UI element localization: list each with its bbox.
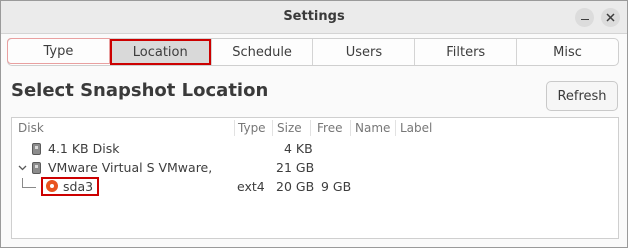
minimize-icon (580, 18, 589, 21)
tab-bar: Type Location Schedule Users Filters Mis… (7, 38, 619, 66)
partition-type: ext4 (237, 179, 265, 194)
column-divider (395, 120, 396, 136)
minimize-button[interactable] (575, 8, 594, 27)
tab-type[interactable]: Type (7, 38, 110, 64)
tab-users[interactable]: Users (313, 39, 416, 65)
column-divider (310, 120, 311, 136)
disk-name: VMware Virtual S VMware, (48, 160, 213, 175)
page-title: Select Snapshot Location (11, 80, 269, 101)
column-header-free[interactable]: Free (317, 121, 342, 135)
column-divider (234, 120, 235, 136)
close-icon (606, 13, 615, 22)
disk-table[interactable]: Disk Type Size Free Name Label 4.1 KB Di… (11, 117, 619, 239)
column-header-label[interactable]: Label (400, 121, 432, 135)
table-row[interactable]: VMware Virtual S VMware, 21 GB (12, 158, 618, 178)
column-header-type[interactable]: Type (238, 121, 266, 135)
title-bar: Settings (1, 1, 627, 34)
column-header-name[interactable]: Name (355, 121, 390, 135)
table-row[interactable]: 4.1 KB Disk 4 KB (12, 139, 618, 159)
column-divider (272, 120, 273, 136)
disk-size: 21 GB (276, 160, 315, 175)
partition-size: 20 GB (276, 179, 315, 194)
tab-filters[interactable]: Filters (415, 39, 518, 65)
window-title: Settings (283, 9, 345, 24)
disk-size: 4 KB (284, 141, 313, 156)
disk-icon (32, 143, 41, 155)
tab-schedule[interactable]: Schedule (212, 39, 314, 65)
column-header-size[interactable]: Size (277, 121, 302, 135)
tab-location[interactable]: Location (109, 39, 212, 65)
highlight-annotation (41, 177, 99, 196)
disk-icon (32, 162, 41, 174)
disk-name: 4.1 KB Disk (48, 141, 120, 156)
settings-window: Settings Type Location Schedule Users Fi… (0, 0, 628, 248)
table-row-selected[interactable]: sda3 ext4 20 GB 9 GB (12, 177, 618, 197)
tab-misc[interactable]: Misc (517, 39, 618, 65)
close-button[interactable] (601, 8, 620, 27)
partition-free: 9 GB (321, 179, 352, 194)
table-header: Disk Type Size Free Name Label (12, 118, 618, 138)
chevron-down-icon[interactable] (17, 162, 28, 174)
column-divider (350, 120, 351, 136)
column-header-disk[interactable]: Disk (18, 121, 44, 135)
refresh-button[interactable]: Refresh (546, 81, 618, 111)
